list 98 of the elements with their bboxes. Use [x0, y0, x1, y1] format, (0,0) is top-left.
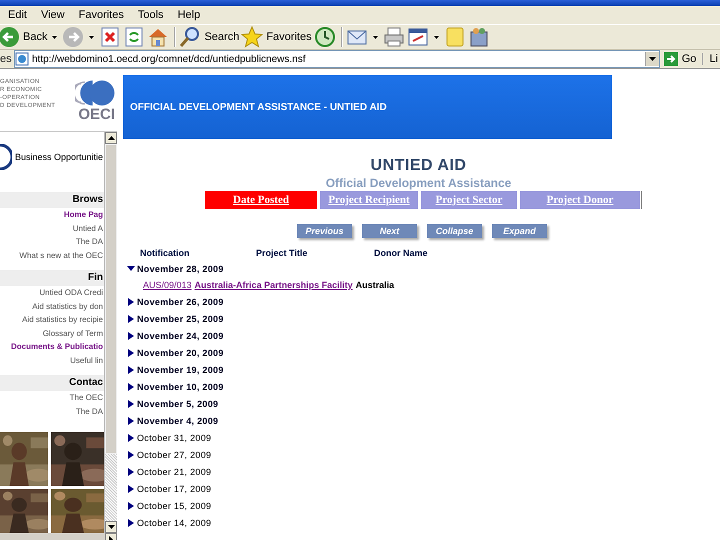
donor-name: Australia: [356, 280, 394, 290]
go-button[interactable]: Go: [660, 50, 702, 68]
feature-link[interactable]: Business Opportunitie: [15, 152, 104, 162]
menu-item[interactable]: Tools: [132, 9, 172, 21]
nav-link[interactable]: The OEC: [70, 393, 103, 402]
date-link[interactable]: November 19, 2009: [137, 364, 224, 374]
dropdown-arrow-icon[interactable]: [52, 36, 58, 38]
nav-link[interactable]: Aid statistics by recipie: [22, 315, 103, 324]
nav-link[interactable]: Untied A: [72, 224, 103, 232]
nav-link[interactable]: Documents & Publicatio: [10, 342, 103, 351]
date-link[interactable]: October 14, 2009: [137, 518, 212, 528]
expand-arrow-icon[interactable]: [127, 314, 135, 322]
expand-arrow-icon[interactable]: [127, 484, 135, 492]
stop-icon[interactable]: [99, 26, 122, 48]
house-icon[interactable]: [147, 26, 170, 48]
up-arrow-icon: [108, 136, 114, 140]
address-label: es: [0, 53, 12, 65]
expand-arrow-icon[interactable]: [127, 468, 135, 476]
logo-icon: [75, 78, 115, 106]
nav-link[interactable]: Aid statistics by don: [32, 302, 103, 310]
address-field[interactable]: http://webdomino1.oecd.org/comnet/dcd/untiedpublicnews.nsf: [14, 50, 660, 68]
clock-icon[interactable]: [314, 26, 336, 48]
project-title-link[interactable]: Australia-Africa Partnerships Facility: [194, 280, 353, 290]
expand-arrow-icon[interactable]: [127, 502, 135, 510]
expand-arrow-icon[interactable]: [127, 450, 135, 458]
date-link[interactable]: October 17, 2009: [137, 484, 212, 494]
back-button[interactable]: Back: [0, 25, 50, 49]
date-link[interactable]: November 10, 2009: [137, 382, 224, 392]
links-button[interactable]: Li: [702, 53, 720, 65]
nav-button[interactable]: Collapse: [427, 224, 482, 238]
nav-button[interactable]: Previous: [297, 224, 352, 238]
scroll-down-button[interactable]: [105, 521, 117, 533]
column-header: Notification: [140, 248, 190, 258]
nav-link[interactable]: What s new at the OEC: [19, 250, 103, 260]
date-link[interactable]: October 27, 2009: [137, 450, 212, 460]
date-link[interactable]: October 15, 2009: [137, 500, 212, 510]
expand-arrow-icon[interactable]: [127, 348, 135, 356]
scrollbar[interactable]: [104, 132, 117, 533]
dropdown-arrow-icon[interactable]: [89, 36, 94, 38]
date-link[interactable]: November 4, 2009: [137, 416, 218, 426]
date-link[interactable]: October 31, 2009: [137, 432, 212, 442]
edit-page-icon[interactable]: [406, 26, 429, 48]
expand-arrow-icon[interactable]: [127, 382, 135, 390]
page-icon: [15, 52, 29, 66]
date-link[interactable]: October 21, 2009: [137, 466, 212, 476]
menu-item[interactable]: Help: [172, 9, 208, 21]
nav-link[interactable]: Glossary of Term: [42, 328, 103, 338]
date-link[interactable]: November 5, 2009: [137, 398, 218, 408]
project-code-link[interactable]: AUS/09/013: [143, 280, 192, 290]
logo-text: OECI: [78, 106, 115, 122]
section-heading: Contac: [0, 375, 104, 391]
section-heading: Fin: [0, 270, 104, 286]
page-title: UNTIED AID: [370, 157, 468, 175]
search-button[interactable]: Search: [177, 25, 242, 49]
scrollbar-thumb[interactable]: [105, 144, 117, 454]
refresh-icon[interactable]: [123, 26, 146, 48]
menu-item[interactable]: View: [34, 9, 73, 21]
column-header: Donor Name: [374, 248, 428, 258]
collapse-arrow-icon[interactable]: [127, 264, 135, 272]
date-link[interactable]: November 25, 2009: [137, 314, 224, 324]
date-link[interactable]: November 20, 2009: [137, 348, 224, 358]
column-header: Project Title: [256, 248, 308, 258]
menu-item[interactable]: Favorites: [72, 9, 132, 21]
expand-arrow-icon[interactable]: [127, 416, 135, 424]
nav-link[interactable]: Untied ODA Credi: [39, 288, 103, 297]
nav-link[interactable]: Home Pag: [64, 210, 103, 219]
people-icon[interactable]: [468, 26, 490, 48]
dropdown-button[interactable]: [644, 52, 659, 66]
scroll-up-button[interactable]: [105, 132, 117, 144]
banner-title: OFFICIAL DEVELOPMENT ASSISTANCE - UNTIED AID: [129, 102, 387, 112]
expand-arrow-icon[interactable]: [127, 400, 135, 408]
expand-arrow-icon[interactable]: [127, 332, 135, 340]
circle-logo-icon: [0, 144, 12, 170]
expand-arrow-icon[interactable]: [127, 366, 135, 374]
down-arrow-icon: [648, 57, 656, 61]
star-icon: [241, 26, 264, 48]
menu-item[interactable]: Edit: [2, 9, 35, 21]
tab[interactable]: Date Posted: [205, 191, 317, 209]
dropdown-arrow-icon[interactable]: [434, 36, 439, 38]
nav-link[interactable]: Useful lin: [70, 356, 103, 364]
section-heading: Brows: [0, 192, 104, 208]
expand-arrow-icon[interactable]: [127, 434, 135, 442]
dropdown-arrow-icon[interactable]: [372, 36, 378, 38]
favorites-button[interactable]: Favorites: [239, 25, 314, 49]
nav-link[interactable]: The DA: [76, 237, 103, 246]
page-subtitle: Official Development Assistance: [324, 176, 512, 190]
search-icon: [179, 26, 202, 48]
down-arrow-icon: [108, 525, 114, 529]
date-link[interactable]: November 24, 2009: [137, 330, 224, 340]
date-link[interactable]: November 28, 2009: [137, 264, 224, 274]
expand-arrow-icon[interactable]: [127, 298, 135, 306]
nav-button[interactable]: Expand: [492, 224, 547, 238]
arrow-icon: [664, 52, 678, 66]
nav-link[interactable]: The DA: [76, 406, 103, 416]
nav-button[interactable]: Next: [362, 224, 417, 238]
printer-icon[interactable]: [382, 26, 405, 48]
expand-arrow-icon[interactable]: [127, 518, 135, 526]
date-link[interactable]: November 26, 2009: [137, 296, 224, 306]
